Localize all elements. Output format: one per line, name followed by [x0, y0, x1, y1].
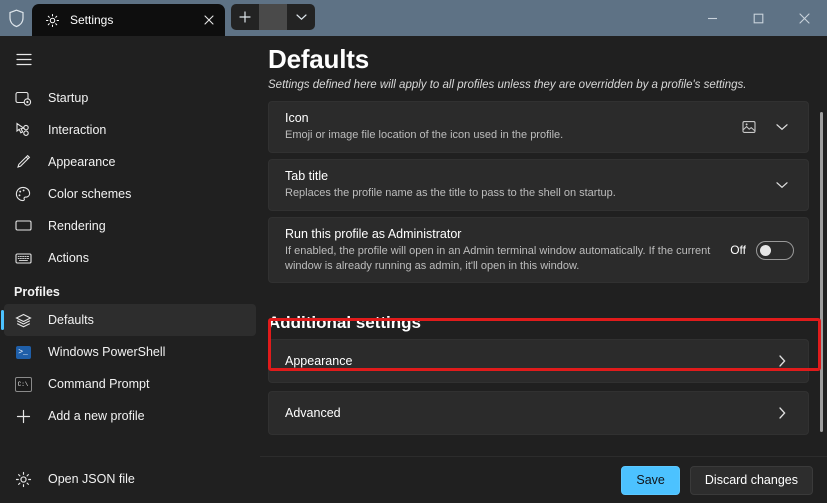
- page-title: Defaults: [268, 44, 827, 75]
- startup-icon: [14, 89, 32, 107]
- window-close-icon[interactable]: [781, 0, 827, 36]
- sidebar-item-command-prompt[interactable]: C:\ Command Prompt: [4, 368, 256, 400]
- sidebar-item-startup[interactable]: Startup: [4, 82, 256, 114]
- main-content: Defaults Settings defined here will appl…: [260, 36, 827, 456]
- admin-toggle-group: Off: [730, 241, 794, 260]
- sidebar: Startup Interaction: [0, 36, 260, 503]
- setting-card-controls: [740, 115, 794, 139]
- sidebar-item-color-schemes[interactable]: Color schemes: [4, 178, 256, 210]
- chevron-right-icon[interactable]: [770, 401, 794, 425]
- footer-bar: Save Discard changes: [260, 456, 827, 503]
- tab-close-icon[interactable]: [196, 8, 222, 32]
- sidebar-group-profiles: Profiles: [0, 280, 260, 304]
- interaction-icon: [14, 121, 32, 139]
- sidebar-item-label: Color schemes: [48, 187, 131, 201]
- setting-card-controls: [770, 173, 794, 197]
- window-controls: [689, 0, 827, 36]
- hamburger-icon[interactable]: [4, 40, 44, 78]
- sidebar-item-add-new-profile[interactable]: Add a new profile: [4, 400, 256, 432]
- setting-title: Appearance: [285, 354, 770, 368]
- content-scrollbar[interactable]: [820, 112, 823, 432]
- setting-title: Advanced: [285, 406, 770, 420]
- sidebar-item-interaction[interactable]: Interaction: [4, 114, 256, 146]
- sidebar-item-label: Defaults: [48, 313, 94, 327]
- setting-card-controls: [770, 349, 794, 373]
- tab-settings[interactable]: Settings: [32, 4, 225, 36]
- additional-setting-appearance[interactable]: Appearance: [268, 339, 809, 383]
- gear-icon: [44, 12, 60, 28]
- new-tab-dropdown-chevron-down-icon[interactable]: [287, 4, 315, 30]
- setting-card-icon[interactable]: Icon Emoji or image file location of the…: [268, 101, 809, 153]
- powershell-icon: >_: [14, 343, 32, 361]
- minimize-icon[interactable]: [689, 0, 735, 36]
- setting-title: Run this profile as Administrator: [285, 227, 730, 241]
- setting-title: Icon: [285, 111, 740, 125]
- setting-card-controls: [770, 401, 794, 425]
- sidebar-item-actions[interactable]: Actions: [4, 242, 256, 274]
- sidebar-item-windows-powershell[interactable]: >_ Windows PowerShell: [4, 336, 256, 368]
- palette-icon: [14, 185, 32, 203]
- save-button[interactable]: Save: [621, 466, 680, 495]
- setting-card-text: Tab title Replaces the profile name as t…: [285, 160, 770, 210]
- setting-title: Tab title: [285, 169, 770, 183]
- chevron-right-icon[interactable]: [770, 349, 794, 373]
- sidebar-item-open-json-file[interactable]: Open JSON file: [4, 463, 256, 495]
- sidebar-item-label: Appearance: [48, 155, 115, 169]
- setting-description: Emoji or image file location of the icon…: [285, 128, 735, 143]
- image-icon: [740, 118, 758, 136]
- sidebar-item-label: Interaction: [48, 123, 106, 137]
- layers-icon: [14, 311, 32, 329]
- setting-card-text: Appearance: [285, 345, 770, 377]
- run-as-administrator-toggle[interactable]: [756, 241, 794, 260]
- sidebar-item-label: Open JSON file: [48, 472, 135, 486]
- setting-card-run-as-administrator: Run this profile as Administrator If ena…: [268, 217, 809, 284]
- paintbrush-icon: [14, 153, 32, 171]
- chevron-down-icon[interactable]: [770, 115, 794, 139]
- tab-strip: Settings: [0, 0, 315, 36]
- sidebar-item-label: Windows PowerShell: [48, 345, 165, 359]
- sidebar-item-label: Command Prompt: [48, 377, 149, 391]
- new-tab-group: [231, 4, 315, 30]
- shield-icon[interactable]: [0, 0, 32, 36]
- sidebar-footer: Open JSON file: [0, 463, 260, 495]
- settings-window: Settings: [0, 0, 827, 503]
- setting-description: Replaces the profile name as the title t…: [285, 186, 735, 201]
- sidebar-item-rendering[interactable]: Rendering: [4, 210, 256, 242]
- title-bar: Settings: [0, 0, 827, 36]
- sidebar-item-defaults[interactable]: Defaults: [4, 304, 256, 336]
- keyboard-icon: [14, 249, 32, 267]
- tab-title-label: Settings: [70, 13, 196, 27]
- new-tab-divider: [259, 4, 287, 30]
- gear-icon: [14, 470, 32, 488]
- command-prompt-icon: C:\: [14, 375, 32, 393]
- discard-changes-button[interactable]: Discard changes: [690, 466, 813, 495]
- monitor-icon: [14, 217, 32, 235]
- setting-card-text: Icon Emoji or image file location of the…: [285, 102, 740, 152]
- sidebar-item-label: Startup: [48, 91, 88, 105]
- additional-setting-advanced[interactable]: Advanced: [268, 391, 809, 435]
- sidebar-item-label: Actions: [48, 251, 89, 265]
- sidebar-item-label: Rendering: [48, 219, 106, 233]
- setting-card-controls: Off: [730, 241, 794, 260]
- maximize-icon[interactable]: [735, 0, 781, 36]
- toggle-knob: [760, 245, 771, 256]
- toggle-state-label: Off: [730, 243, 746, 257]
- sidebar-item-label: Add a new profile: [48, 409, 145, 423]
- page-subtitle: Settings defined here will apply to all …: [268, 79, 827, 91]
- setting-card-tab-title[interactable]: Tab title Replaces the profile name as t…: [268, 159, 809, 211]
- setting-card-text: Run this profile as Administrator If ena…: [285, 218, 730, 283]
- setting-card-text: Advanced: [285, 397, 770, 429]
- sidebar-nav-list: Startup Interaction: [0, 82, 260, 432]
- new-tab-plus-icon[interactable]: [231, 4, 259, 30]
- plus-icon: [14, 407, 32, 425]
- sidebar-item-appearance[interactable]: Appearance: [4, 146, 256, 178]
- chevron-down-icon[interactable]: [770, 173, 794, 197]
- section-heading-additional-settings: Additional settings: [268, 313, 827, 333]
- setting-description: If enabled, the profile will open in an …: [285, 244, 730, 274]
